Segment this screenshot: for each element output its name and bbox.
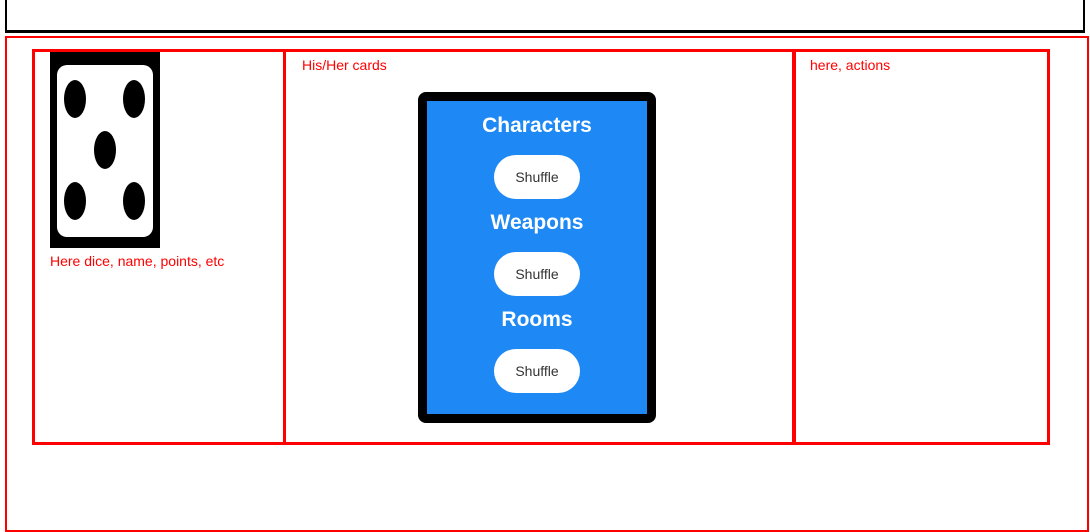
deck-group-weapons: Weapons Shuffle (427, 211, 647, 296)
dice-pip (64, 182, 86, 220)
card-deck: Characters Shuffle Weapons Shuffle Rooms… (418, 92, 656, 423)
dice-pip (94, 131, 116, 169)
player-info-caption: Here dice, name, points, etc (50, 253, 225, 269)
deck-title-rooms: Rooms (501, 308, 573, 331)
dice-pip (123, 80, 145, 118)
player-cards-caption: His/Her cards (302, 57, 387, 73)
actions-panel: here, actions (793, 49, 1050, 445)
dice-pip (123, 182, 145, 220)
shuffle-rooms-button[interactable]: Shuffle (494, 349, 580, 393)
shuffle-characters-button[interactable]: Shuffle (494, 155, 580, 199)
dice-pip (64, 80, 86, 118)
deck-group-characters: Characters Shuffle (427, 114, 647, 199)
deck-title-weapons: Weapons (490, 211, 584, 234)
deck-group-rooms: Rooms Shuffle (427, 308, 647, 393)
shuffle-weapons-button[interactable]: Shuffle (494, 252, 580, 296)
deck-title-characters: Characters (482, 114, 592, 137)
top-bar (5, 0, 1085, 33)
dice-five-icon[interactable] (50, 52, 160, 248)
actions-caption: here, actions (810, 57, 891, 73)
player-cards-panel: His/Her cards Characters Shuffle Weapons… (283, 49, 795, 445)
player-info-panel: Here dice, name, points, etc (32, 49, 286, 445)
